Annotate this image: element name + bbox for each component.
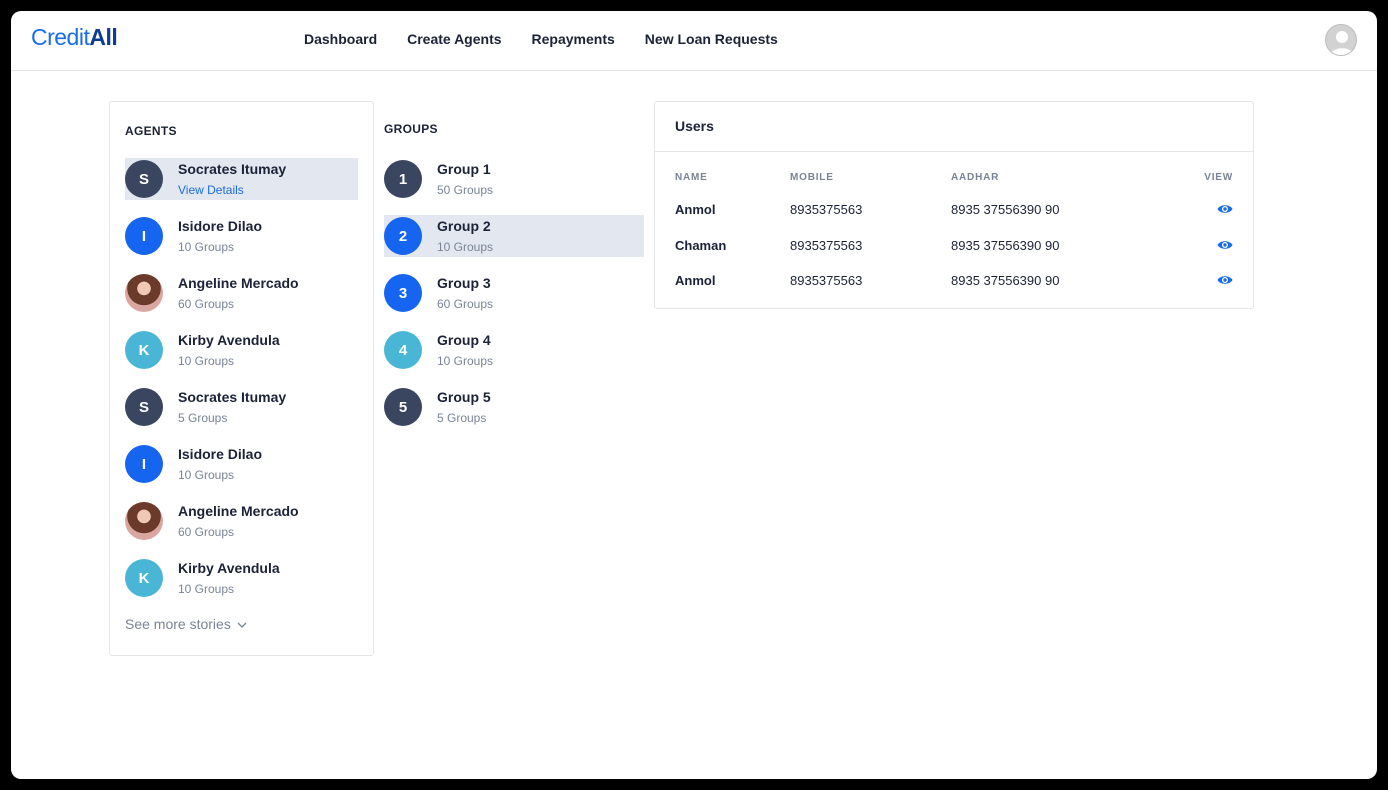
agent-count: 10 Groups [178, 582, 235, 596]
group-name: Group 1 [437, 161, 491, 177]
agent-avatar: K [125, 331, 163, 369]
groups-title: GROUPS [384, 122, 438, 136]
agent-name: Socrates Itumay [178, 389, 287, 405]
users-title: Users [675, 118, 714, 134]
group-count: 5 Groups [437, 411, 487, 425]
top-navbar: CreditAll Dashboard Create Agents Repaym… [11, 11, 1377, 71]
group-item[interactable]: 3 Group 3 60 Groups [384, 272, 644, 314]
group-avatar: 3 [384, 274, 422, 312]
user-mobile-cell: 8935375563 [790, 202, 863, 217]
users-panel: Users NAME MOBILE AADHAR VIEW Anmol 89353… [654, 101, 1254, 309]
agent-name: Angeline Mercado [178, 503, 299, 519]
user-name-cell: Anmol [675, 202, 716, 217]
user-aadhar-cell: 8935 37556390 90 [951, 202, 1060, 217]
agent-name: Isidore Dilao [178, 218, 263, 234]
agent-name: Kirby Avendula [178, 332, 280, 348]
logo-text-all: All [89, 24, 118, 50]
col-header-view: VIEW [1204, 172, 1233, 183]
group-name: Group 2 [437, 218, 491, 234]
group-item[interactable]: 1 Group 1 50 Groups [384, 158, 644, 200]
agent-item[interactable]: Angeline Mercado 60 Groups [125, 500, 358, 542]
col-header-name: NAME [675, 172, 708, 183]
agent-avatar: K [125, 559, 163, 597]
user-mobile-cell: 8935375563 [790, 237, 863, 253]
logo-text-credit: Credit [31, 24, 90, 50]
group-item[interactable]: 5 Group 5 5 Groups [384, 386, 644, 428]
agent-photo-avatar [125, 502, 163, 540]
view-eye-icon[interactable] [1217, 203, 1233, 215]
col-header-mobile: MOBILE [790, 172, 834, 183]
view-eye-icon[interactable] [1217, 274, 1233, 286]
nav-create-agents[interactable]: Create Agents [407, 31, 501, 47]
app-window: CreditAll Dashboard Create Agents Repaym… [11, 11, 1377, 779]
user-name-cell: Anmol [675, 273, 716, 288]
group-name: Group 3 [437, 275, 491, 291]
see-more-label: See more stories [125, 616, 231, 632]
group-avatar: 2 [384, 217, 422, 255]
group-item[interactable]: 2 Group 2 10 Groups [384, 215, 644, 257]
table-row: Chaman 8935375563 8935 37556390 90 [655, 238, 1253, 258]
user-aadhar-cell: 8935 37556390 90 [951, 237, 1060, 253]
agents-panel: AGENTS S Socrates Itumay View Details I Isid… [109, 101, 374, 656]
logo[interactable]: CreditAll [31, 24, 118, 51]
users-header: Users [655, 102, 1253, 152]
chevron-down-icon [237, 622, 247, 628]
nav-dashboard[interactable]: Dashboard [304, 31, 377, 47]
agent-item[interactable]: Angeline Mercado 60 Groups [125, 272, 358, 314]
agent-item[interactable]: I Isidore Dilao 10 Groups [125, 443, 358, 485]
agents-title: AGENTS [125, 124, 177, 138]
agent-item[interactable]: K Kirby Avendula 10 Groups [125, 329, 358, 371]
group-count: 10 Groups [437, 354, 494, 368]
agent-avatar: S [125, 388, 163, 426]
table-row: Anmol 8935375563 8935 37556390 90 [655, 273, 1253, 293]
group-count: 60 Groups [437, 297, 494, 311]
group-item[interactable]: 4 Group 4 10 Groups [384, 329, 644, 371]
main-nav: Dashboard Create Agents Repayments New L… [304, 31, 808, 47]
group-count: 50 Groups [437, 183, 494, 197]
agent-item[interactable]: K Kirby Avendula 10 Groups [125, 557, 358, 599]
agent-name: Socrates Itumay [178, 161, 287, 177]
table-row: Anmol 8935375563 8935 37556390 90 [655, 202, 1253, 222]
nav-new-loan-requests[interactable]: New Loan Requests [645, 31, 778, 47]
agent-name: Kirby Avendula [178, 560, 280, 576]
group-name: Group 4 [437, 332, 491, 348]
agent-photo-avatar [125, 274, 163, 312]
view-details-link[interactable]: View Details [178, 183, 244, 197]
agent-count: 10 Groups [178, 468, 235, 482]
group-avatar: 4 [384, 331, 422, 369]
group-count: 10 Groups [437, 240, 494, 254]
group-avatar: 5 [384, 388, 422, 426]
agent-avatar: I [125, 445, 163, 483]
agent-count: 5 Groups [178, 411, 228, 425]
user-mobile-cell: 8935375563 [790, 273, 863, 288]
group-name: Group 5 [437, 389, 491, 405]
user-avatar-icon[interactable] [1325, 24, 1357, 56]
user-name-cell: Chaman [675, 237, 727, 253]
nav-repayments[interactable]: Repayments [532, 31, 615, 47]
agent-avatar: I [125, 217, 163, 255]
col-header-aadhar: AADHAR [951, 172, 1000, 183]
agent-item[interactable]: I Isidore Dilao 10 Groups [125, 215, 358, 257]
see-more-link[interactable]: See more stories [125, 616, 247, 632]
agent-name: Angeline Mercado [178, 275, 299, 291]
agent-item[interactable]: S Socrates Itumay 5 Groups [125, 386, 358, 428]
agent-count: 10 Groups [178, 354, 235, 368]
agent-name: Isidore Dilao [178, 446, 263, 462]
agent-item[interactable]: S Socrates Itumay View Details [125, 158, 358, 200]
agent-count: 10 Groups [178, 240, 235, 254]
agent-avatar: S [125, 160, 163, 198]
agent-count: 60 Groups [178, 525, 235, 539]
agent-count: 60 Groups [178, 297, 235, 311]
user-aadhar-cell: 8935 37556390 90 [951, 273, 1060, 288]
view-eye-icon[interactable] [1217, 239, 1233, 251]
group-avatar: 1 [384, 160, 422, 198]
